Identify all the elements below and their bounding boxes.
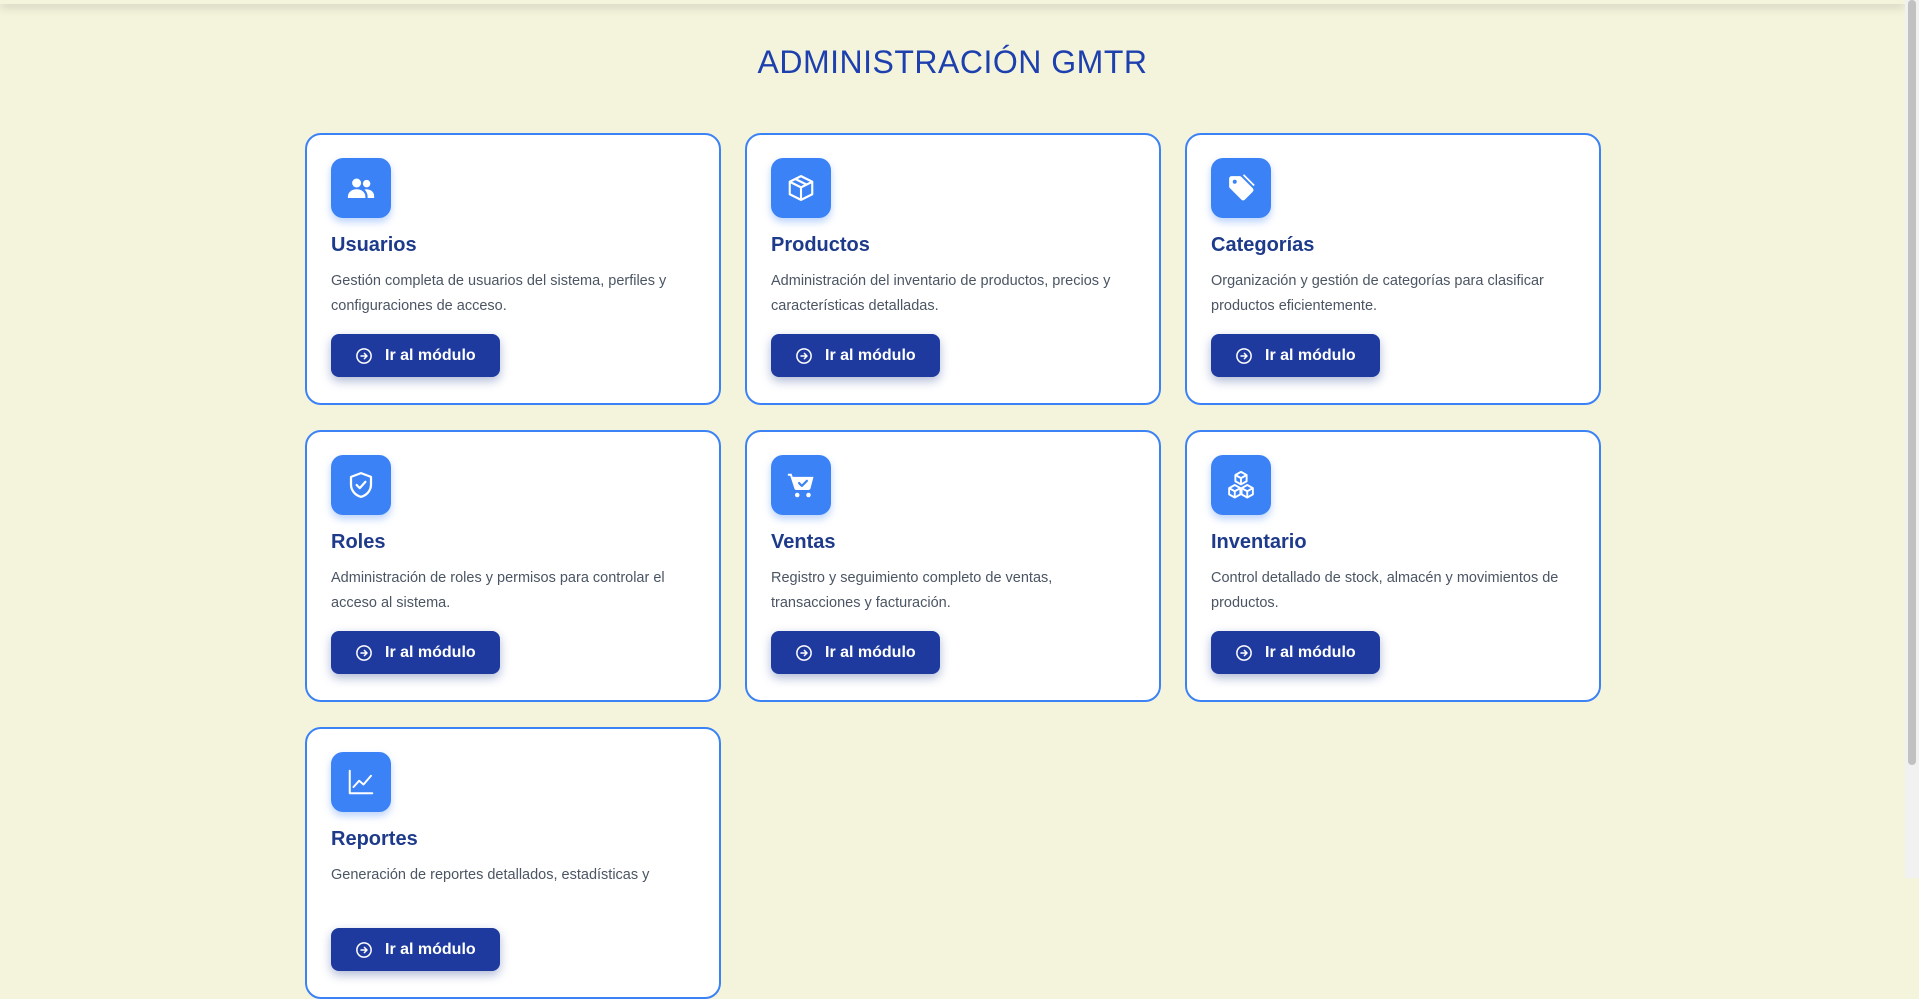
button-label: Ir al módulo <box>1265 346 1356 364</box>
module-card-inventario: Inventario Control detallado de stock, a… <box>1185 430 1601 702</box>
tag-icon <box>1211 158 1271 218</box>
chart-line-icon <box>331 752 391 812</box>
go-to-module-button-usuarios[interactable]: Ir al módulo <box>331 334 500 377</box>
module-card-usuarios: Usuarios Gestión completa de usuarios de… <box>305 133 721 405</box>
module-title: Roles <box>331 531 386 553</box>
arrow-circle-right-icon <box>1236 347 1252 364</box>
button-label: Ir al módulo <box>385 643 476 661</box>
shield-check-icon <box>331 455 391 515</box>
arrow-circle-right-icon <box>796 644 812 661</box>
module-title: Reportes <box>331 828 418 850</box>
vertical-scrollbar[interactable] <box>1905 0 1919 878</box>
arrow-circle-right-icon <box>356 644 372 661</box>
module-card-productos: Productos Administración del inventario … <box>745 133 1161 405</box>
arrow-circle-right-icon <box>1236 644 1252 661</box>
top-navbar <box>0 0 1905 4</box>
box-icon <box>771 158 831 218</box>
go-to-module-button-ventas[interactable]: Ir al módulo <box>771 631 940 674</box>
module-title: Productos <box>771 234 870 256</box>
go-to-module-button-inventario[interactable]: Ir al módulo <box>1211 631 1380 674</box>
arrow-circle-right-icon <box>796 347 812 364</box>
button-label: Ir al módulo <box>1265 643 1356 661</box>
module-card-ventas: Ventas Registro y seguimiento completo d… <box>745 430 1161 702</box>
module-title: Categorías <box>1211 234 1315 256</box>
module-description: Generación de reportes detallados, estad… <box>331 867 650 883</box>
cart-check-icon <box>771 455 831 515</box>
module-card-reportes: Reportes Generación de reportes detallad… <box>305 727 721 999</box>
module-description: Gestión completa de usuarios del sistema… <box>331 273 667 314</box>
module-card-categorias: Categorías Organización y gestión de cat… <box>1185 133 1601 405</box>
button-label: Ir al módulo <box>825 346 916 364</box>
module-description: Administración de roles y permisos para … <box>331 570 665 611</box>
button-label: Ir al módulo <box>825 643 916 661</box>
module-card-roles: Roles Administración de roles y permisos… <box>305 430 721 702</box>
go-to-module-button-roles[interactable]: Ir al módulo <box>331 631 500 674</box>
go-to-module-button-categorias[interactable]: Ir al módulo <box>1211 334 1380 377</box>
arrow-circle-right-icon <box>356 941 372 958</box>
arrow-circle-right-icon <box>356 347 372 364</box>
scrollbar-thumb[interactable] <box>1908 0 1916 765</box>
modules-grid: Usuarios Gestión completa de usuarios de… <box>305 133 1601 999</box>
module-description: Registro y seguimiento completo de venta… <box>771 570 1053 611</box>
button-label: Ir al módulo <box>385 940 476 958</box>
module-description: Control detallado de stock, almacén y mo… <box>1211 570 1559 611</box>
module-description: Organización y gestión de categorías par… <box>1211 273 1544 314</box>
boxes-icon <box>1211 455 1271 515</box>
go-to-module-button-productos[interactable]: Ir al módulo <box>771 334 940 377</box>
button-label: Ir al módulo <box>385 346 476 364</box>
module-title: Ventas <box>771 531 836 553</box>
module-title: Usuarios <box>331 234 417 256</box>
module-description: Administración del inventario de product… <box>771 273 1111 314</box>
page-title: ADMINISTRACIÓN GMTR <box>757 44 1148 80</box>
module-title: Inventario <box>1211 531 1307 553</box>
users-icon <box>331 158 391 218</box>
go-to-module-button-reportes[interactable]: Ir al módulo <box>331 928 500 971</box>
